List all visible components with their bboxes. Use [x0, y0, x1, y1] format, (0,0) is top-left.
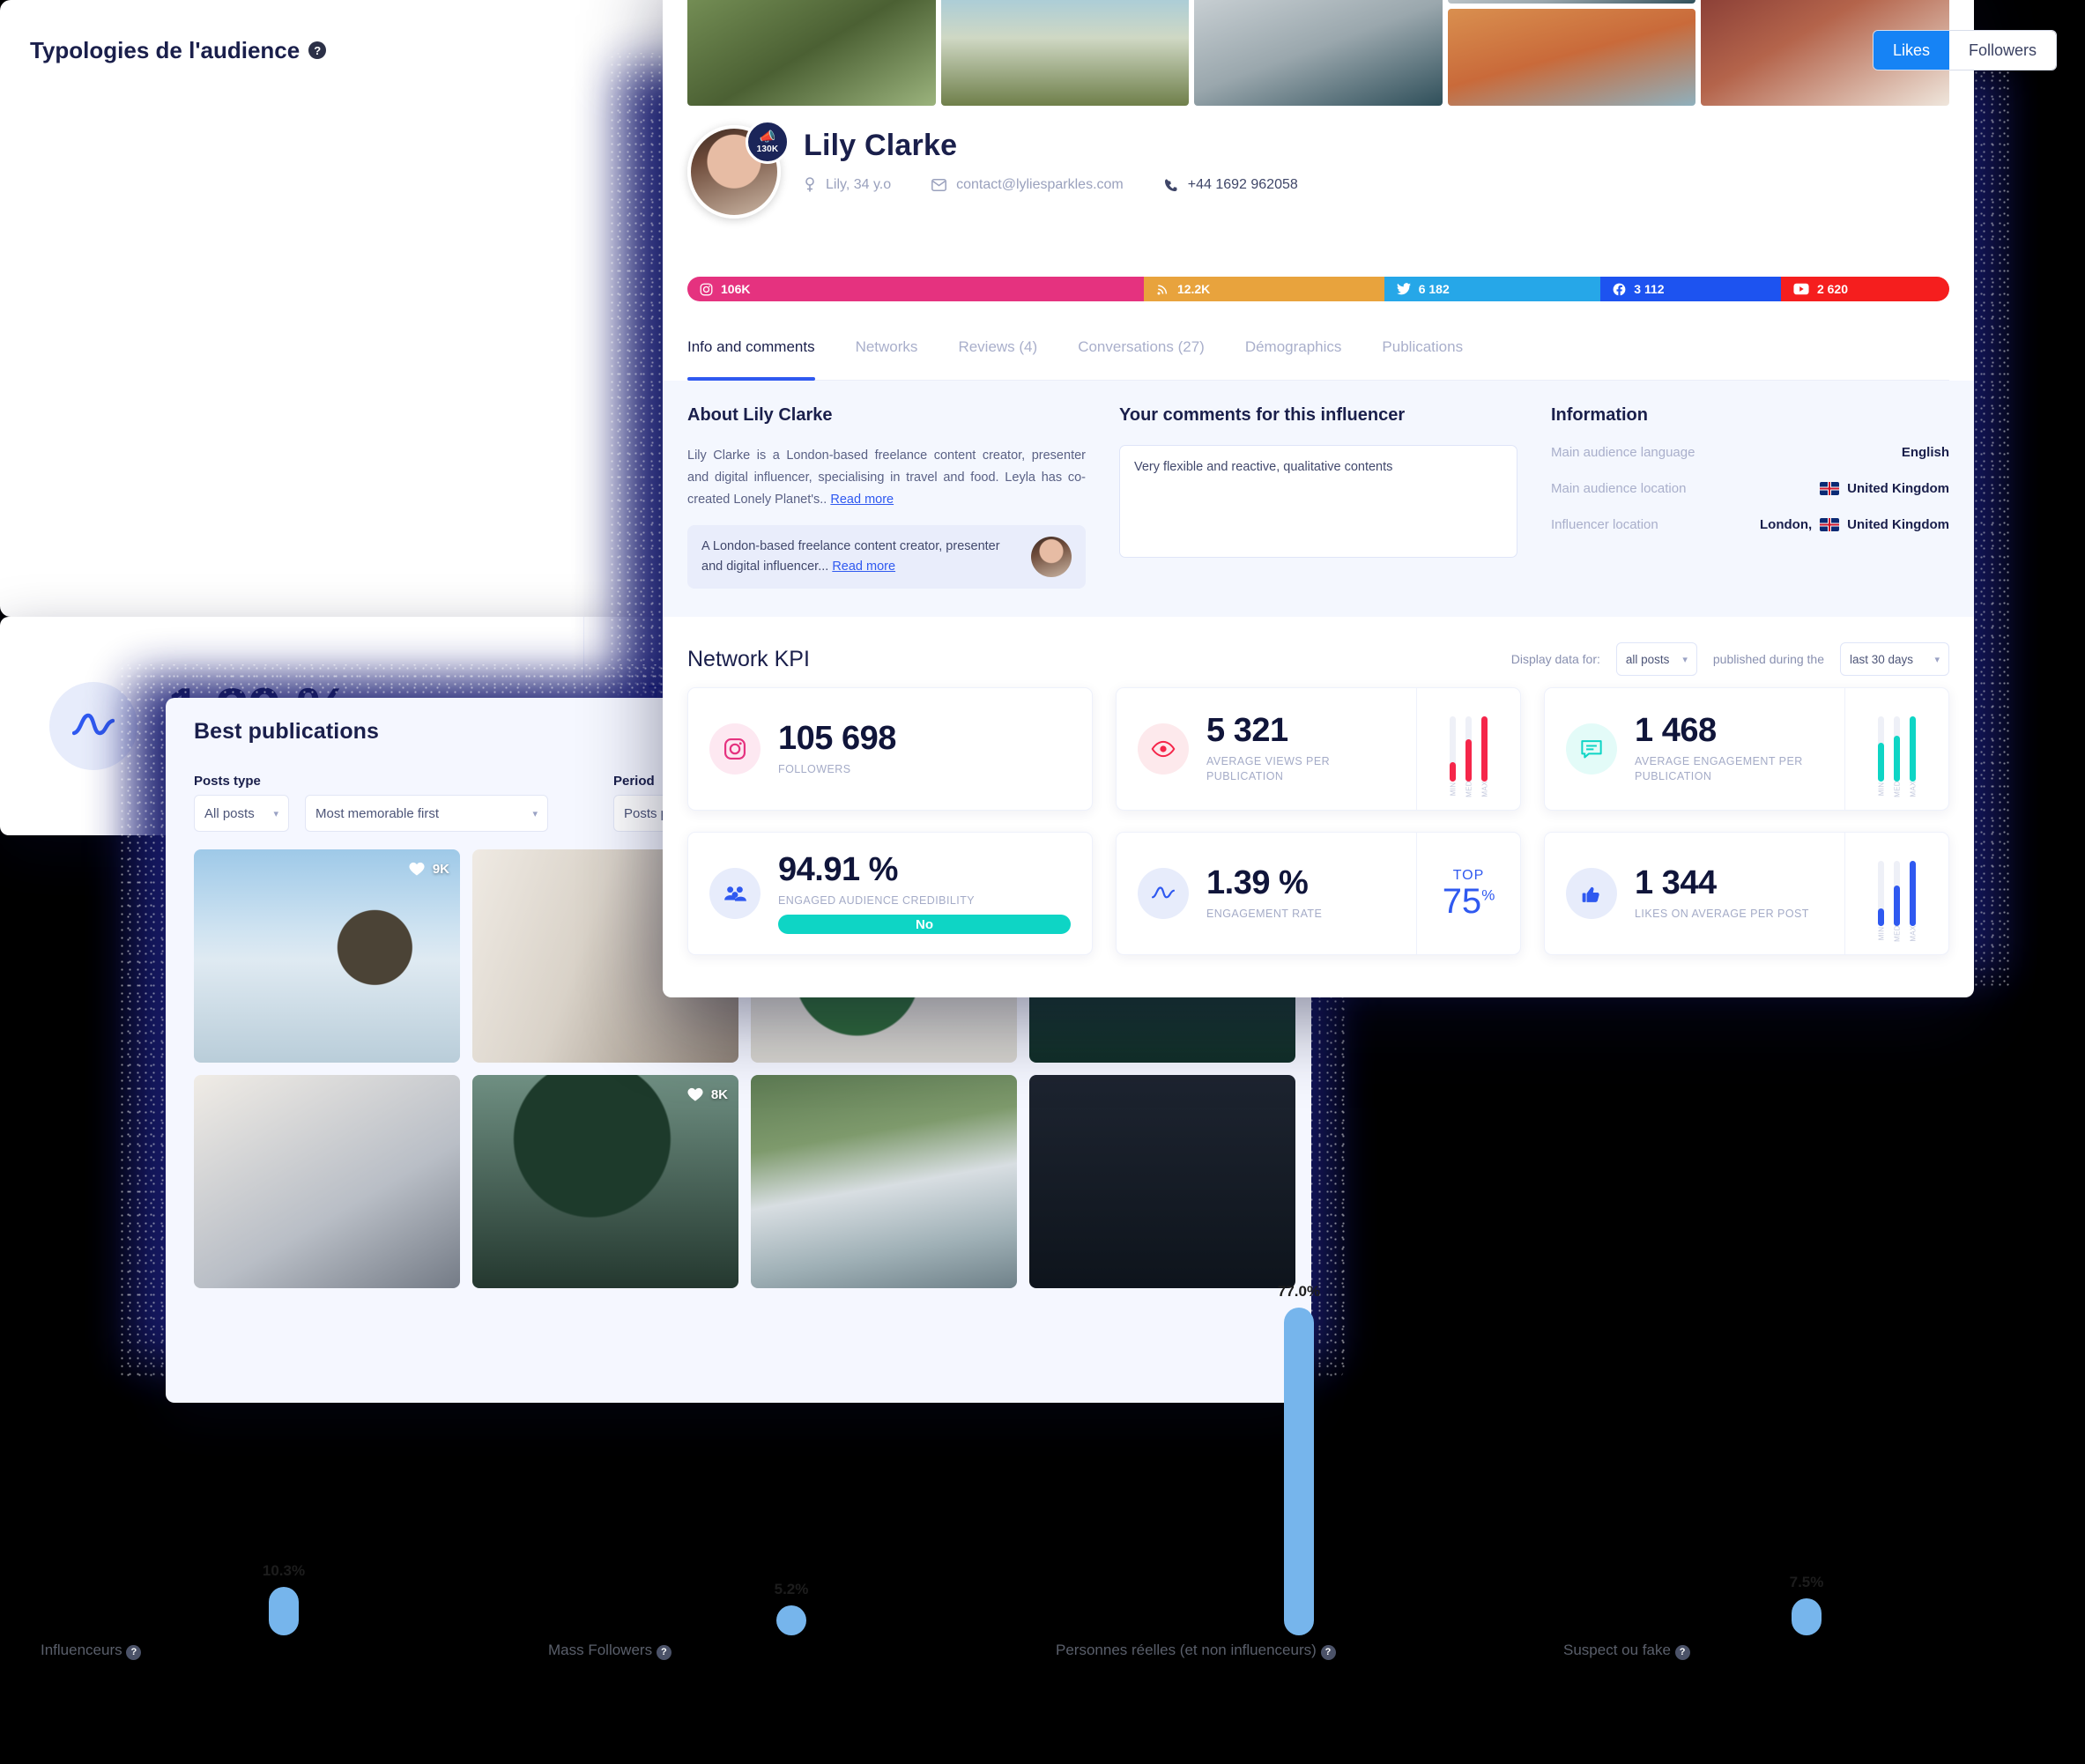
- bar-group-mass-followers[interactable]: 5.2%: [538, 115, 1045, 1635]
- typologies-header: Typologies de l'audience ? Likes Followe…: [30, 30, 2057, 70]
- audience-typologies-panel: Typologies de l'audience ? Likes Followe…: [0, 0, 2060, 1739]
- typologies-title: Typologies de l'audience: [30, 36, 301, 63]
- typologies-chart: 10.3% 5.2% 77.0% 7.5% Influenceurs ? Mas…: [30, 115, 2060, 1739]
- help-icon[interactable]: ?: [308, 41, 327, 59]
- chart-bars: 10.3% 5.2% 77.0% 7.5%: [30, 115, 2060, 1635]
- typologies-title-wrap: Typologies de l'audience ?: [30, 36, 327, 64]
- bar-group-influenceurs[interactable]: 10.3%: [30, 115, 538, 1635]
- cover-photo[interactable]: [1447, 0, 1696, 4]
